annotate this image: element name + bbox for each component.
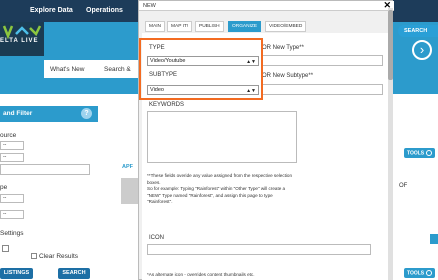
- modal-scrollbar-thumb[interactable]: [388, 10, 393, 80]
- keywords-label: KEYWORDS: [149, 102, 185, 108]
- or-new-subtype-label: OR New Subtype**: [262, 73, 314, 79]
- source-select[interactable]: --: [0, 141, 24, 150]
- tab-video-embed[interactable]: VIDEO/EMBED: [265, 21, 307, 32]
- tools-label: TOOLS: [407, 150, 425, 157]
- tab-map-it[interactable]: MAP IT!: [167, 21, 193, 32]
- type-select-2[interactable]: --: [0, 210, 24, 219]
- help-line: "Rainforest".: [147, 199, 173, 204]
- help-icon[interactable]: ?: [81, 108, 92, 119]
- tab-whats-new[interactable]: What's New: [50, 66, 84, 73]
- listings-button[interactable]: LISTINGS: [0, 268, 33, 279]
- type-select[interactable]: --: [0, 194, 24, 203]
- tools-button[interactable]: TOOLS: [404, 148, 436, 159]
- search-button[interactable]: SEARCH: [58, 268, 90, 279]
- help-glyph: ?: [84, 110, 89, 117]
- type-label: pe: [0, 184, 8, 191]
- settings-label: Settings: [0, 230, 24, 237]
- modal-title-bar: NEW ✕: [139, 0, 394, 11]
- tools-label-2: TOOLS: [407, 270, 425, 277]
- chevron-right-icon[interactable]: ›: [412, 40, 432, 60]
- tools-button-2[interactable]: TOOLS: [404, 268, 436, 279]
- search-pill-button[interactable]: SEARCH: [398, 25, 438, 37]
- of-label: OF: [399, 183, 408, 189]
- thumbnail-image: [121, 178, 138, 204]
- tab-search[interactable]: Search &: [104, 66, 131, 73]
- icon-input[interactable]: [147, 244, 371, 255]
- gear-icon: [426, 150, 433, 156]
- keywords-textarea[interactable]: [147, 111, 297, 163]
- help-text: **These fields overide any value assigne…: [147, 173, 357, 206]
- tab-publish[interactable]: PUBLISH: [195, 21, 224, 32]
- nav-explore-data[interactable]: Explore Data: [30, 7, 73, 14]
- header-tabs: What's New Search &: [44, 60, 144, 78]
- search-pill-label: SEARCH: [404, 28, 428, 34]
- source-select-2[interactable]: --: [0, 153, 24, 162]
- tab-main[interactable]: MAIN: [145, 21, 165, 32]
- icon-label: ICON: [149, 235, 164, 241]
- or-new-type-label: OR New Type**: [262, 45, 304, 51]
- clear-results-checkbox[interactable]: [31, 253, 37, 259]
- source-label: ource: [0, 132, 17, 139]
- icon-help-text: *As alternate icon - overrides content t…: [147, 272, 255, 277]
- new-type-input[interactable]: [262, 55, 383, 66]
- source-input[interactable]: [0, 164, 90, 175]
- clear-results-label: Clear Results: [39, 253, 79, 260]
- checkbox-1[interactable]: [2, 245, 9, 252]
- new-subtype-input[interactable]: [262, 84, 383, 95]
- filter-title: and Filter: [3, 110, 33, 117]
- tab-organize[interactable]: ORGANIZE: [228, 21, 262, 32]
- modal-title: NEW: [143, 3, 156, 9]
- nav-operations[interactable]: Operations: [86, 7, 123, 14]
- apf-label: APF: [122, 164, 133, 170]
- logo-text: ELTA LIVE: [0, 38, 39, 44]
- highlight-box: [139, 38, 263, 100]
- side-tab[interactable]: [430, 234, 438, 244]
- gear-icon: [426, 270, 433, 276]
